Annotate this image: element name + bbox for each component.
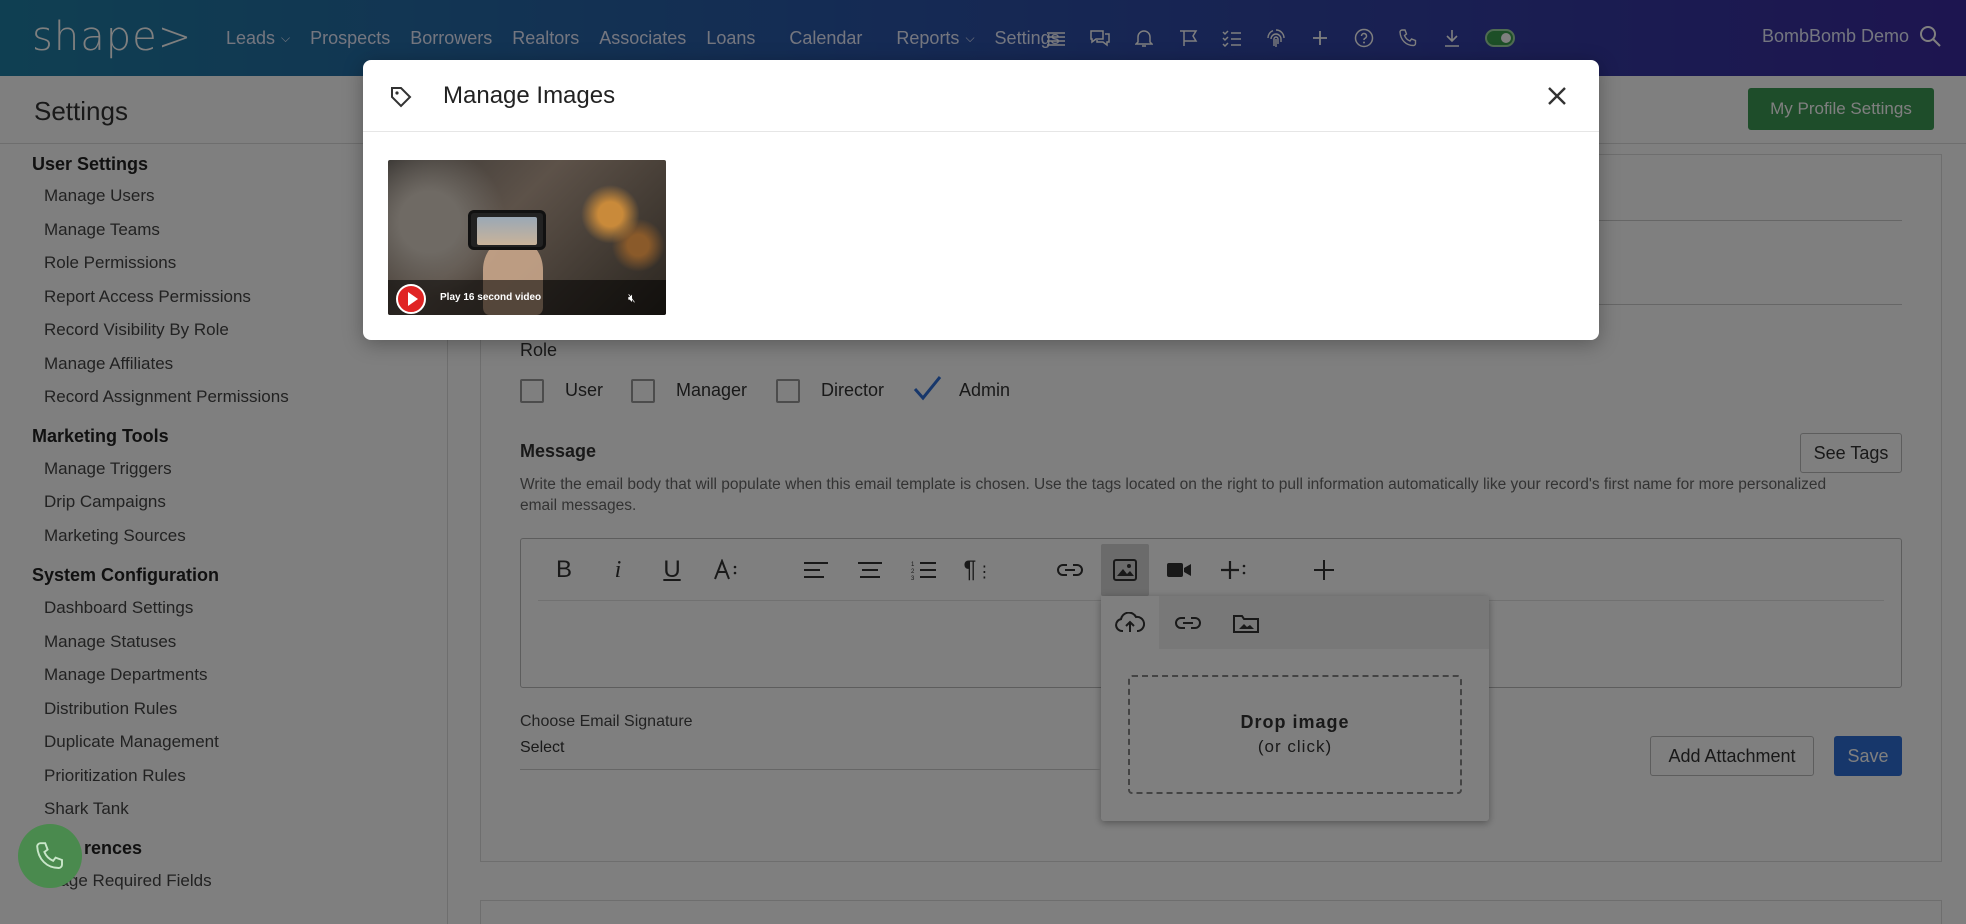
phone-fab[interactable] [18,824,82,888]
manage-images-modal: Manage Images Play 16 second video 🔇︎ [363,60,1599,340]
thumbnail-caption: Play 16 second video [440,292,542,303]
tag-icon [389,85,413,114]
thumbnail-phone [468,210,546,250]
thumbnail-phone-screen [477,217,537,245]
mute-icon[interactable]: 🔇︎ [628,291,636,306]
close-icon[interactable] [1547,86,1567,111]
play-icon[interactable] [396,284,426,314]
image-thumbnail[interactable]: Play 16 second video 🔇︎ [388,160,666,315]
modal-header: Manage Images [363,60,1599,132]
modal-title: Manage Images [443,82,616,109]
